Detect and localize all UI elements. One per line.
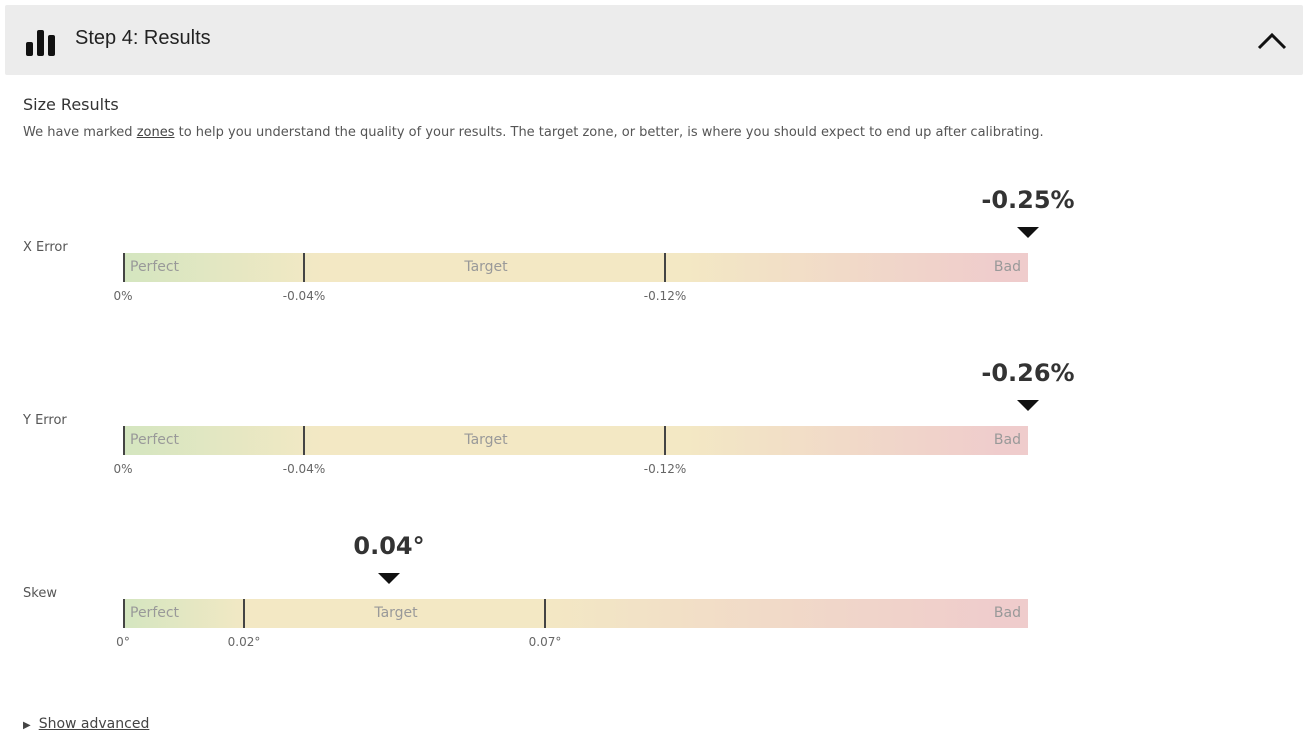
step-header[interactable]: Step 4: Results — [5, 5, 1303, 75]
row-label: Y Error — [23, 413, 67, 428]
section-description: We have marked zones to help you underst… — [23, 125, 1044, 140]
zone-divider — [303, 253, 305, 282]
value-label: 0.04° — [353, 532, 425, 560]
value-label: -0.25% — [981, 186, 1075, 214]
tick-label: 0% — [113, 289, 133, 303]
show-advanced-label[interactable]: Show advanced — [39, 716, 150, 732]
step-title: Step 4: Results — [75, 27, 211, 49]
zone-divider — [123, 253, 125, 282]
tick-label: -0.04% — [282, 462, 326, 476]
zone-divider — [544, 599, 546, 628]
zone-gradient — [123, 599, 1028, 628]
zone-bar: Perfect Target Bad — [123, 253, 1028, 282]
value-label: -0.26% — [981, 359, 1075, 387]
zone-divider — [303, 426, 305, 455]
zone-target-label: Target — [374, 605, 418, 621]
zone-bar: Perfect Target Bad — [123, 426, 1028, 455]
zones-link[interactable]: zones — [137, 125, 175, 140]
tick-label: 0.02° — [227, 635, 261, 649]
zone-bad-label: Bad — [993, 432, 1021, 448]
zone-divider — [664, 426, 666, 455]
marker-triangle-icon — [1017, 227, 1039, 238]
zone-target-label: Target — [464, 259, 508, 275]
triangle-right-icon: ▶ — [23, 720, 31, 731]
zone-divider — [123, 426, 125, 455]
tick-label: 0.07° — [528, 635, 562, 649]
zone-gradient — [123, 253, 1028, 282]
marker-triangle-icon — [1017, 400, 1039, 411]
tick-label: -0.12% — [643, 462, 687, 476]
description-suffix: to help you understand the quality of yo… — [174, 125, 1044, 140]
section-title: Size Results — [23, 95, 119, 114]
description-prefix: We have marked — [23, 125, 137, 140]
bar-chart-icon — [26, 30, 55, 56]
zone-perfect-label: Perfect — [130, 259, 180, 275]
zone-target-label: Target — [464, 432, 508, 448]
tick-label: -0.12% — [643, 289, 687, 303]
zone-divider — [664, 253, 666, 282]
zone-perfect-label: Perfect — [130, 605, 180, 621]
tick-label: 0° — [116, 635, 130, 649]
row-label: Skew — [23, 586, 57, 601]
zone-perfect-label: Perfect — [130, 432, 180, 448]
zone-bad-label: Bad — [993, 259, 1021, 275]
zone-divider — [243, 599, 245, 628]
zone-divider — [123, 599, 125, 628]
row-label: X Error — [23, 240, 68, 255]
zone-gradient — [123, 426, 1028, 455]
zone-bar: Perfect Target Bad — [123, 599, 1028, 628]
marker-triangle-icon — [378, 573, 400, 584]
zone-bad-label: Bad — [993, 605, 1021, 621]
tick-label: 0% — [113, 462, 133, 476]
chevron-up-icon[interactable] — [1255, 24, 1289, 58]
tick-label: -0.04% — [282, 289, 326, 303]
show-advanced-toggle[interactable]: ▶ Show advanced — [23, 716, 149, 732]
